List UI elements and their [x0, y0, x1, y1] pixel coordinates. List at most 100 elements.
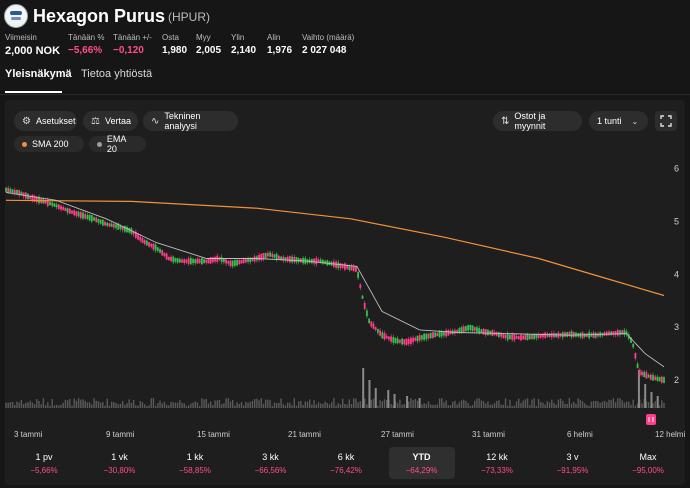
- candle-body: [101, 219, 104, 226]
- volume-bar: [397, 403, 399, 408]
- candle-body: [141, 238, 144, 243]
- x-tick-label: 15 tammi: [197, 430, 230, 439]
- y-tick-label: 2: [674, 375, 679, 385]
- x-axis: 3 tammi 9 tammi 15 tammi 21 tammi 27 tammi 31…: [14, 430, 685, 439]
- volume-bar: [212, 405, 214, 408]
- candle-body: [645, 372, 648, 379]
- volume-bar: [214, 400, 216, 408]
- period-ytd[interactable]: YTD −64,29%: [388, 447, 455, 479]
- candle-body: [209, 257, 212, 264]
- volume-bar: [449, 405, 452, 408]
- candle-body: [616, 329, 619, 336]
- period-1-kk[interactable]: 1 kk −58,85%: [162, 447, 228, 479]
- period-change: −64,29%: [405, 466, 438, 475]
- period-change: −58,85%: [179, 466, 211, 475]
- candle-body: [484, 329, 487, 335]
- candle-body: [291, 256, 293, 263]
- volume-bar: [452, 401, 454, 408]
- ema20-line: [5, 191, 665, 368]
- volume-bar: [408, 401, 410, 408]
- period-3-v[interactable]: 3 v −91,95%: [540, 447, 606, 479]
- period-max[interactable]: Max −95,00%: [615, 447, 681, 479]
- volume-bar: [66, 400, 69, 408]
- volume-bar: [344, 404, 346, 408]
- candle-body: [178, 259, 181, 263]
- candle-body: [139, 236, 142, 241]
- candle-body: [418, 335, 421, 341]
- volume-bar: [551, 399, 553, 408]
- candle-body: [159, 249, 161, 253]
- volume-bar: [51, 399, 53, 408]
- volume-bar: [427, 401, 430, 408]
- candle-body: [277, 255, 280, 260]
- candle-body: [531, 334, 533, 339]
- candle-body: [189, 258, 192, 265]
- volume-bar: [355, 398, 357, 408]
- candle-body: [297, 258, 300, 263]
- volume-bar: [157, 403, 159, 408]
- volume-bar: [53, 405, 56, 408]
- volume-bar: [441, 398, 443, 408]
- volume-bar: [152, 398, 155, 408]
- volume-bar: [102, 402, 104, 408]
- candle-body: [315, 258, 318, 265]
- candle-body: [99, 219, 102, 224]
- candle-body: [570, 331, 573, 338]
- price-chart[interactable]: 6 5 4 3 2 3 tammi 9 tammi 15 tammi 21 tammi 27 t…: [0, 0, 690, 488]
- candle-body: [53, 203, 56, 207]
- volume-bar: [280, 398, 282, 408]
- volume-bar: [511, 405, 513, 408]
- volume-bar: [135, 405, 137, 408]
- volume-bar: [606, 402, 608, 408]
- candle-body: [225, 259, 227, 264]
- volume-bar: [542, 402, 544, 408]
- volume-bar: [205, 399, 207, 408]
- volume-bar: [326, 403, 328, 408]
- candle-body: [465, 326, 467, 331]
- event-marker-icon[interactable]: [646, 414, 656, 425]
- period-1-pv[interactable]: 1 pv −5,66%: [11, 447, 77, 479]
- candle-body: [79, 212, 82, 218]
- volume-bar: [586, 405, 588, 408]
- period-12-kk[interactable]: 12 kk −73,33%: [464, 447, 530, 479]
- volume-bar: [390, 403, 392, 408]
- period-label: 12 kk: [486, 452, 508, 462]
- candle-body: [66, 208, 69, 213]
- volume-bar: [342, 398, 344, 408]
- volume-bar: [49, 405, 51, 408]
- period-1-vk[interactable]: 1 vk −30,80%: [87, 447, 153, 479]
- candle-body: [372, 323, 375, 329]
- volume-bar: [7, 402, 9, 408]
- volume-bar: [526, 398, 529, 408]
- volume-spike: [650, 392, 653, 408]
- volume-bar: [432, 404, 434, 408]
- candlesticks: [5, 185, 665, 384]
- volume-bar: [383, 399, 386, 408]
- candle-body: [495, 332, 498, 336]
- volume-bar: [333, 398, 335, 408]
- candle-body: [663, 377, 665, 384]
- volume-bar: [399, 399, 401, 408]
- volume-bar: [480, 400, 483, 408]
- candle-body: [313, 258, 315, 264]
- period-6-kk[interactable]: 6 kk −76,42%: [313, 447, 379, 479]
- volume-bar: [379, 400, 381, 408]
- candle-body: [535, 334, 538, 339]
- volume-bar: [146, 405, 148, 408]
- period-3-kk[interactable]: 3 kk −66,56%: [238, 447, 304, 479]
- volume-bar: [139, 401, 141, 408]
- volume-bar: [121, 401, 124, 408]
- volume-bar: [183, 403, 185, 408]
- candle-body: [271, 253, 274, 257]
- volume-bar: [95, 400, 97, 408]
- candle-body: [438, 331, 441, 338]
- volume-bar: [414, 398, 417, 408]
- volume-bar: [258, 400, 260, 408]
- candle-body: [71, 210, 73, 214]
- volume-bar: [546, 401, 549, 408]
- candle-body: [524, 334, 527, 341]
- volume-bar: [110, 401, 113, 408]
- volume-bar: [654, 401, 656, 408]
- volume-bar: [337, 403, 340, 408]
- candle-body: [632, 343, 635, 348]
